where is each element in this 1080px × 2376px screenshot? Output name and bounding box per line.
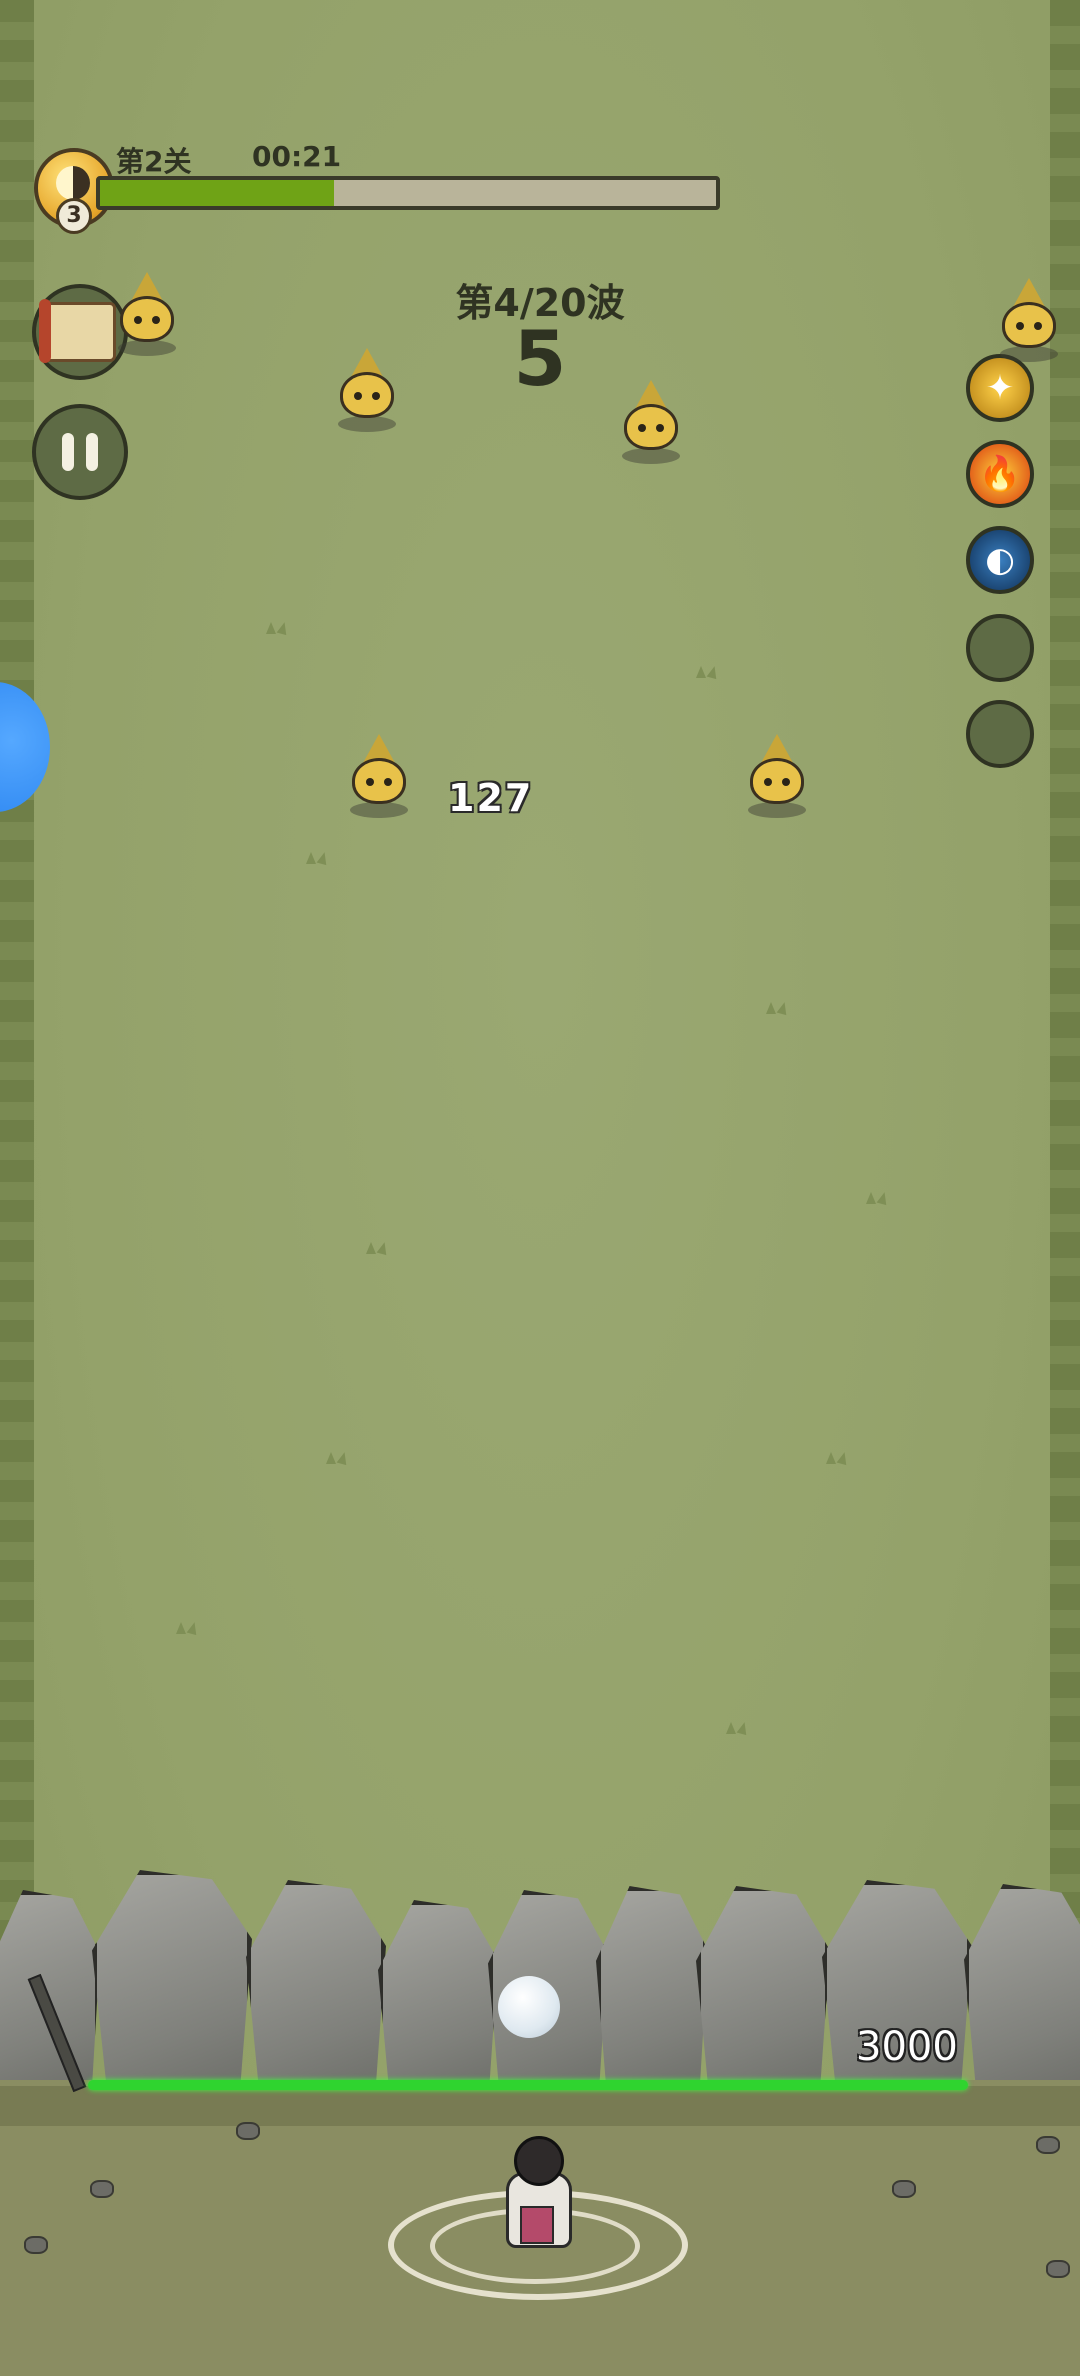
stage-progress-fill <box>100 180 335 206</box>
enemy-beast <box>994 278 1064 362</box>
hero-character[interactable] <box>500 2136 572 2248</box>
damage-number: 127 <box>448 776 534 820</box>
grass-tuft <box>820 1450 854 1464</box>
grass-tuft <box>170 1620 204 1634</box>
grass-tuft <box>300 850 334 864</box>
wall-rock <box>0 1890 100 2100</box>
player-level: 3 <box>56 198 92 234</box>
stage-hud: 3 第2关 00:21 <box>34 140 734 234</box>
game-field: 3 第2关 00:21 第4/20波 5 ✦ 🔥 ◐ 127 3000 <box>0 0 1080 2376</box>
pebble <box>1036 2136 1060 2154</box>
grass-tuft <box>360 1240 394 1254</box>
floating-assist-button[interactable] <box>0 682 50 812</box>
wall-rock <box>596 1886 708 2100</box>
stage-progress-bar <box>96 176 720 210</box>
grass-tuft <box>760 1000 794 1014</box>
ground-shadow <box>0 2086 1080 2126</box>
pause-icon <box>62 433 98 471</box>
fire-icon[interactable]: 🔥 <box>966 440 1034 508</box>
wall-rock <box>92 1870 252 2100</box>
empty-skill-slot <box>966 700 1034 768</box>
grass-tuft <box>860 1190 894 1204</box>
pebble <box>892 2180 916 2198</box>
enemy-beast <box>616 380 686 464</box>
enemy-beast <box>742 734 812 818</box>
enemy-beast <box>112 272 182 356</box>
empty-skill-slot <box>966 614 1034 682</box>
grass-tuft <box>720 1720 754 1734</box>
grass-tuft <box>320 1450 354 1464</box>
pebble <box>1046 2260 1070 2278</box>
energy-orb <box>498 1976 560 2038</box>
wall-hp-bar <box>88 2080 968 2090</box>
pebble <box>236 2122 260 2140</box>
pebble <box>24 2236 48 2254</box>
water-orb-icon[interactable]: ◐ <box>966 526 1034 594</box>
wall-rock <box>696 1886 830 2100</box>
pebble <box>90 2180 114 2198</box>
wall-rock <box>246 1880 386 2100</box>
wall-hp-value: 3000 <box>856 2024 958 2070</box>
wind-bird-icon[interactable]: ✦ <box>966 354 1034 422</box>
stage-timer: 00:21 <box>252 140 342 173</box>
yin-yang-icon <box>56 166 90 200</box>
wall-rock <box>964 1884 1080 2100</box>
wall-rock <box>378 1900 498 2100</box>
grass-tuft <box>260 620 294 634</box>
enemy-beast <box>344 734 414 818</box>
grass-tuft <box>690 664 724 678</box>
stage-label: 第2关 <box>116 145 192 178</box>
enemy-beast <box>332 348 402 432</box>
pause-button[interactable] <box>32 404 128 500</box>
